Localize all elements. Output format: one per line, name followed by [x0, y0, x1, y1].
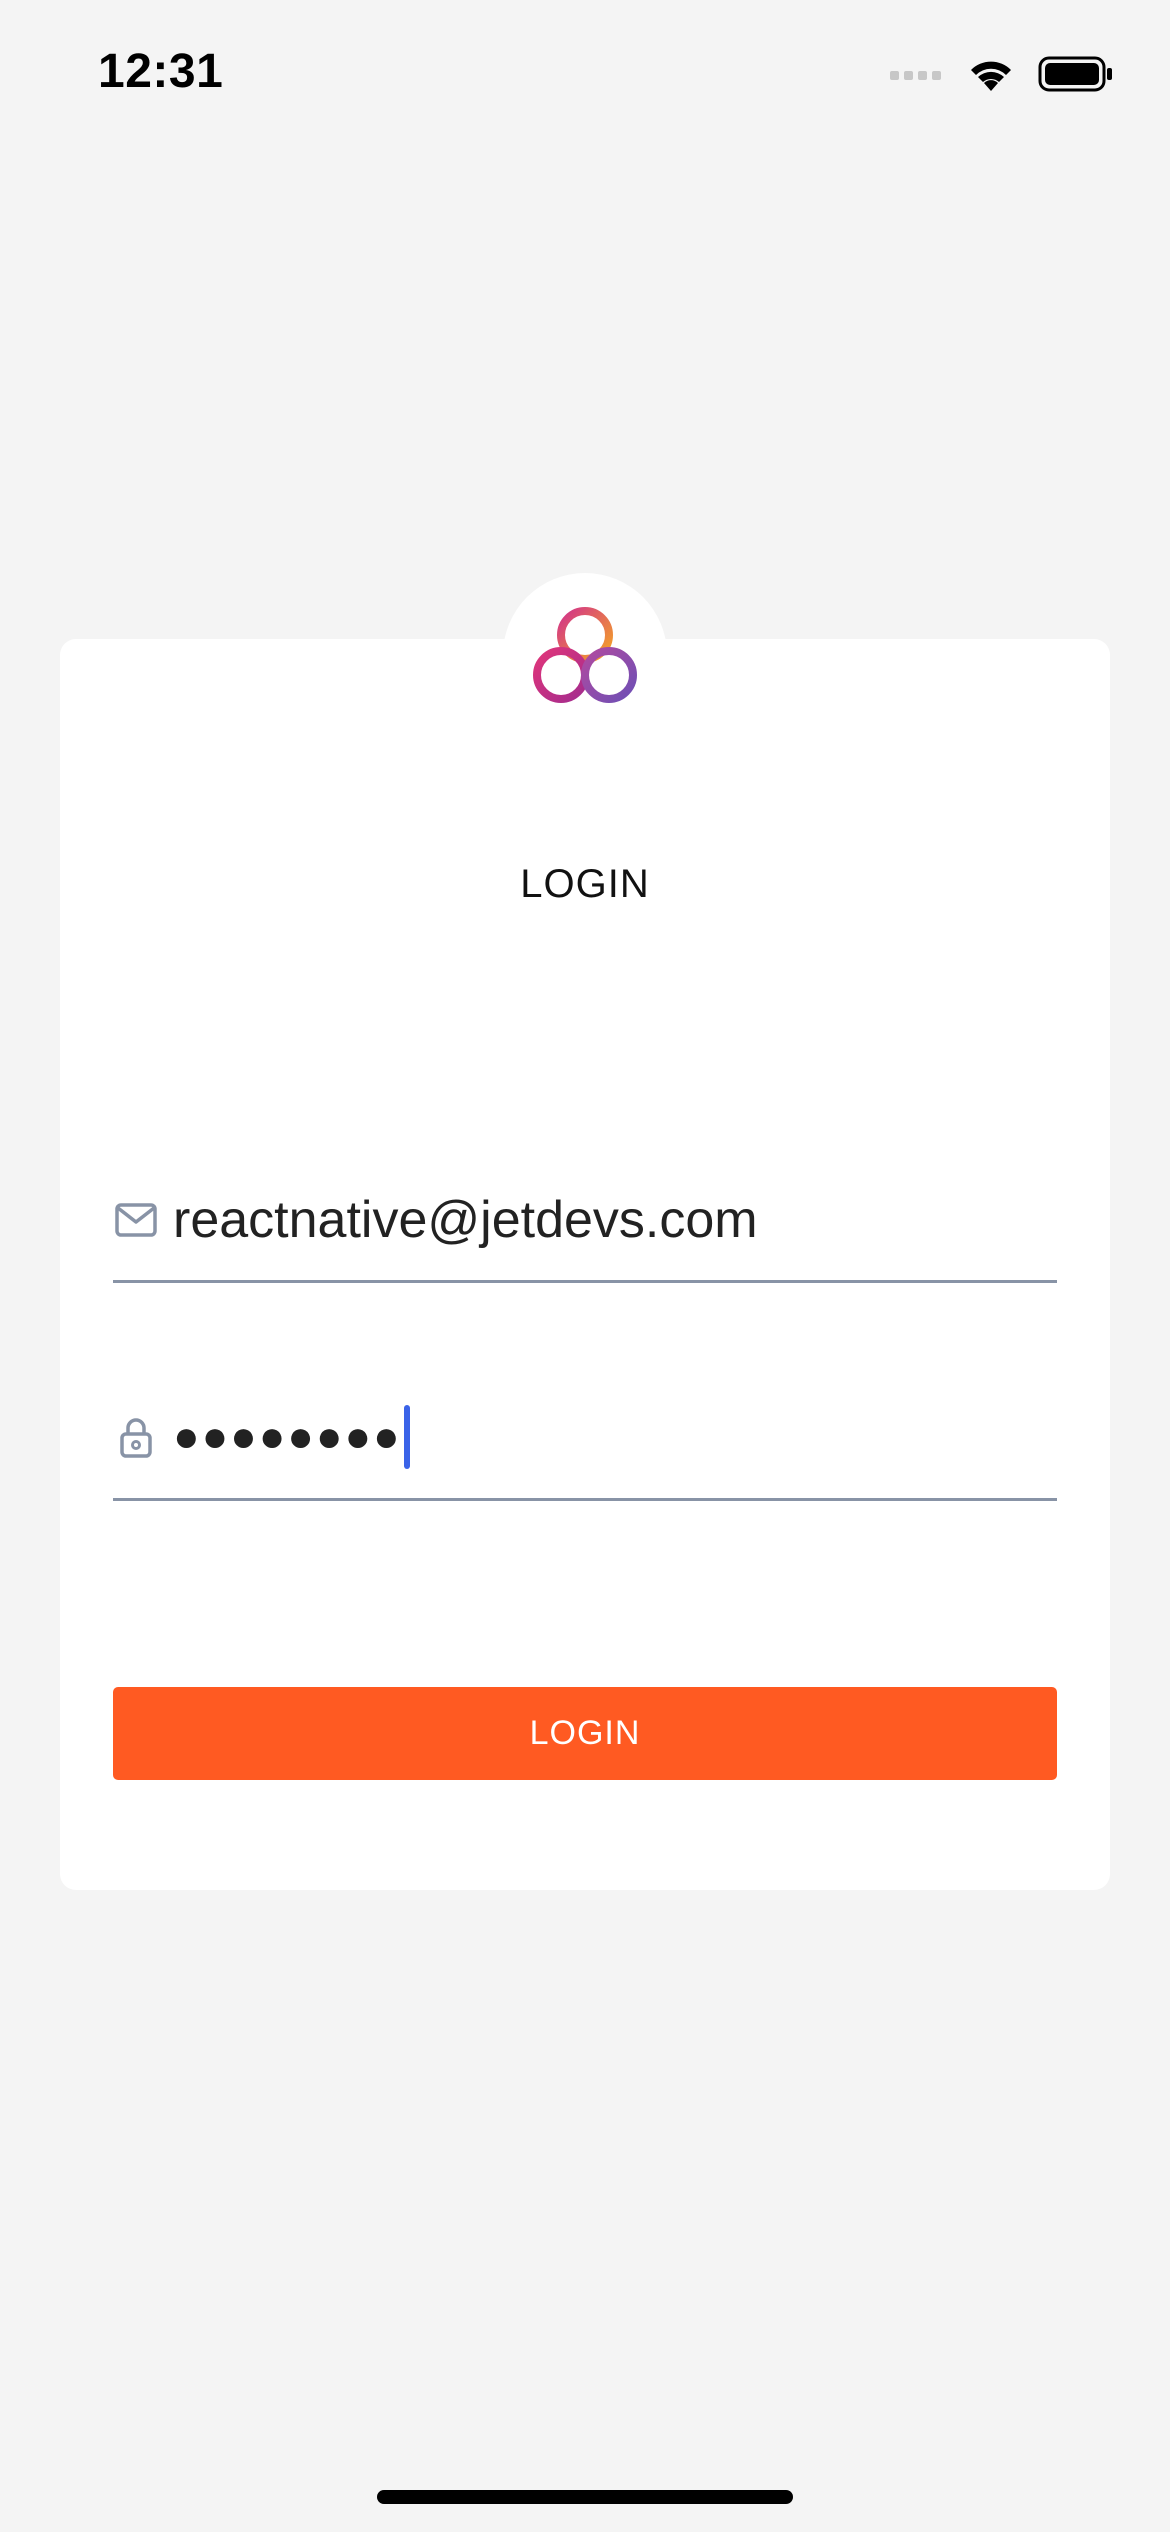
page-title: LOGIN — [520, 862, 650, 906]
interlocked-rings-logo-icon — [533, 607, 637, 703]
email-input[interactable]: reactnative@jetdevs.com — [173, 1190, 758, 1250]
cellular-signal-icon — [890, 67, 944, 81]
lock-icon — [113, 1414, 159, 1460]
status-icons — [890, 50, 1114, 98]
login-screen: 12:31 LOGIN reactnative@jetdevs.com ●●●●… — [0, 0, 1170, 2532]
status-time: 12:31 — [98, 45, 224, 98]
email-field[interactable]: reactnative@jetdevs.com — [113, 1160, 1057, 1283]
home-indicator[interactable] — [377, 2490, 793, 2504]
login-button[interactable]: LOGIN — [113, 1687, 1057, 1780]
text-caret — [403, 1405, 410, 1469]
battery-icon — [1038, 55, 1114, 93]
password-field[interactable]: ●●●●●●●● — [113, 1376, 1057, 1501]
wifi-icon — [966, 55, 1016, 93]
mail-icon — [113, 1197, 159, 1243]
logo — [503, 573, 667, 737]
password-input[interactable]: ●●●●●●●● — [173, 1412, 402, 1462]
